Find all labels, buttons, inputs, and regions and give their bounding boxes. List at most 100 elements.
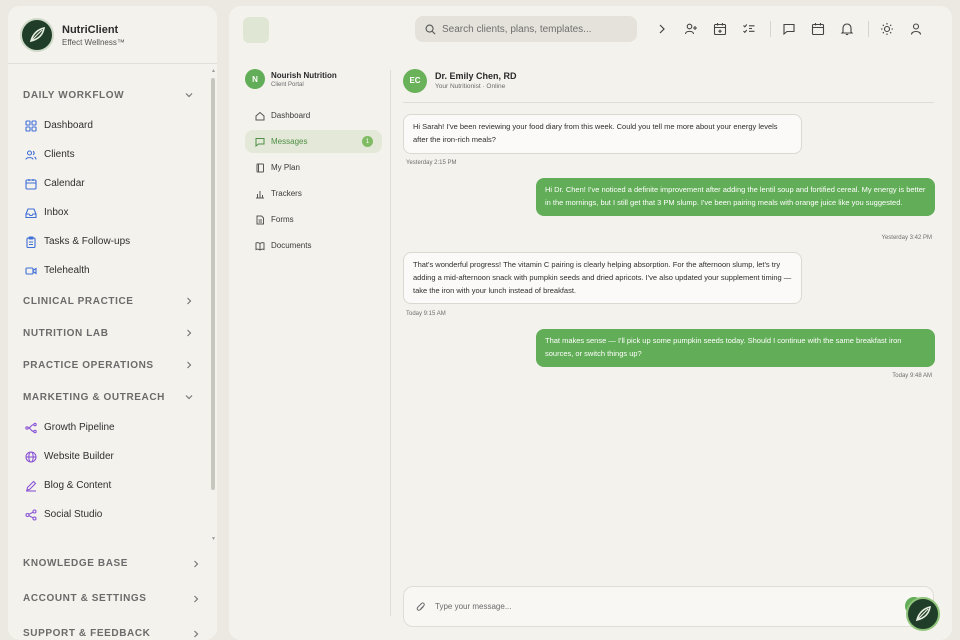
contact-name: Dr. Emily Chen, RD <box>435 71 517 81</box>
sidebar-item-label: Tasks & Follow-ups <box>44 236 131 247</box>
sidebar-scrollbar[interactable]: ▲ ▼ <box>211 68 216 542</box>
video-icon <box>25 266 37 275</box>
portal-item-label: Messages <box>271 137 308 146</box>
message-icon <box>783 23 795 36</box>
sidebar-item-label: Inbox <box>44 207 69 218</box>
open-book-icon <box>255 241 265 251</box>
sidebar-bottom: KNOWLEDGE BASE ACCOUNT & SETTINGS SUPPOR… <box>8 546 217 640</box>
forward-button[interactable] <box>653 20 671 38</box>
inbox-icon <box>25 207 37 218</box>
section-nutrition-lab[interactable]: NUTRITION LAB <box>8 317 208 349</box>
portal-header: N Nourish Nutrition Client Portal <box>245 69 385 89</box>
unread-badge: 1 <box>362 136 373 147</box>
sidebar-item-calendar[interactable]: Calendar <box>8 169 208 198</box>
paperclip-icon[interactable] <box>416 602 426 612</box>
sidebar-item-telehealth[interactable]: Telehealth <box>8 256 208 285</box>
sidebar-item-growth-pipeline[interactable]: Growth Pipeline <box>8 413 208 442</box>
checklist-button[interactable] <box>740 20 758 38</box>
calendar-icon <box>811 23 825 36</box>
sidebar-item-label: Telehealth <box>44 265 90 276</box>
sidebar-item-blog-content[interactable]: Blog & Content <box>8 471 208 500</box>
section-practice-operations[interactable]: PRACTICE OPERATIONS <box>8 349 208 381</box>
chevron-right-icon <box>194 595 199 602</box>
checklist-icon <box>743 24 755 34</box>
section-marketing-outreach[interactable]: MARKETING & OUTREACH <box>8 381 208 413</box>
assistant-button[interactable] <box>906 597 940 631</box>
sidebar-item-website-builder[interactable]: Website Builder <box>8 442 208 471</box>
sidebar-item-tasks[interactable]: Tasks & Follow-ups <box>8 227 208 256</box>
sidebar-item-social-studio[interactable]: Social Studio <box>8 500 208 529</box>
leaf-logo-icon <box>29 26 45 43</box>
section-label: MARKETING & OUTREACH <box>23 391 165 403</box>
pen-icon <box>26 480 37 492</box>
message-incoming: That's wonderful progress! The vitamin C… <box>403 252 802 305</box>
add-client-button[interactable] <box>682 20 700 38</box>
portal-item-messages[interactable]: Messages 1 <box>245 130 382 153</box>
section-label: SUPPORT & FEEDBACK <box>23 628 151 639</box>
chat-header: EC Dr. Emily Chen, RD Your Nutritionist … <box>403 68 934 103</box>
scroll-down-icon[interactable]: ▼ <box>211 536 216 542</box>
portal-item-trackers[interactable]: Trackers <box>245 182 382 205</box>
notifications-button[interactable] <box>838 20 856 38</box>
sidebar-item-label: Calendar <box>44 178 85 189</box>
sidebar-item-label: Clients <box>44 149 75 160</box>
chevron-down-icon <box>185 93 193 98</box>
sidebar-item-inbox[interactable]: Inbox <box>8 198 208 227</box>
message-timestamp: Today 9:48 AM <box>892 373 932 379</box>
search-bar[interactable] <box>415 16 637 42</box>
portal-item-forms[interactable]: Forms <box>245 208 382 231</box>
schedule-button[interactable] <box>711 20 729 38</box>
user-icon <box>910 23 922 35</box>
sidebar-item-label: Blog & Content <box>44 480 112 491</box>
section-label: KNOWLEDGE BASE <box>23 558 129 569</box>
chevron-right-icon <box>187 297 192 305</box>
flow-icon <box>25 422 37 433</box>
toolbar-divider <box>868 21 869 37</box>
calendar-button[interactable] <box>809 20 827 38</box>
message-outgoing: That makes sense — I'll pick up some pum… <box>536 329 935 367</box>
brand-name: NutriClient <box>62 23 119 36</box>
scroll-up-icon[interactable]: ▲ <box>211 68 216 74</box>
message-icon <box>255 137 265 147</box>
messages-button[interactable] <box>780 20 798 38</box>
section-label: ACCOUNT & SETTINGS <box>23 593 147 604</box>
clipboard-icon <box>26 235 36 248</box>
users-icon <box>25 149 37 160</box>
message-outgoing: Hi Dr. Chen! I've noticed a definite imp… <box>536 178 935 216</box>
divider <box>8 63 217 64</box>
portal-item-my-plan[interactable]: My Plan <box>245 156 382 179</box>
sidebar-item-label: Growth Pipeline <box>44 422 115 433</box>
portal-item-documents[interactable]: Documents <box>245 234 382 257</box>
section-knowledge-base[interactable]: KNOWLEDGE BASE <box>8 546 217 581</box>
bell-icon <box>840 23 854 36</box>
portal-item-label: My Plan <box>271 163 300 172</box>
message-input[interactable] <box>435 602 875 611</box>
brand[interactable]: NutriClient Effect Wellness™ <box>20 18 125 52</box>
avatar: N <box>245 69 265 89</box>
profile-button[interactable] <box>907 20 925 38</box>
grid-icon <box>25 119 37 132</box>
portal-subtitle: Client Portal <box>271 81 304 88</box>
globe-icon <box>25 450 37 463</box>
chevron-right-icon <box>659 24 665 34</box>
theme-toggle-button[interactable] <box>878 20 896 38</box>
portal-nav: Dashboard Messages 1 My Plan Trackers Fo… <box>245 104 385 257</box>
contact-status: Your Nutritionist · Online <box>435 83 506 90</box>
portal-item-dashboard[interactable]: Dashboard <box>245 104 382 127</box>
brand-logo <box>20 18 54 52</box>
sidebar-toggle-button[interactable] <box>243 17 269 43</box>
section-support-feedback[interactable]: SUPPORT & FEEDBACK <box>8 616 217 640</box>
sidebar-nav: DAILY WORKFLOW Dashboard Clients Calenda… <box>8 79 208 549</box>
section-daily-workflow[interactable]: DAILY WORKFLOW <box>8 79 208 111</box>
section-clinical-practice[interactable]: CLINICAL PRACTICE <box>8 285 208 317</box>
top-toolbar <box>653 20 925 38</box>
user-plus-icon <box>684 23 697 35</box>
search-input[interactable] <box>442 23 622 35</box>
sidebar-item-label: Social Studio <box>44 509 103 520</box>
sidebar-item-dashboard[interactable]: Dashboard <box>8 111 208 140</box>
sidebar-item-clients[interactable]: Clients <box>8 140 208 169</box>
section-account-settings[interactable]: ACCOUNT & SETTINGS <box>8 581 217 616</box>
message-timestamp: Yesterday 2:15 PM <box>406 160 457 166</box>
chevron-right-icon <box>187 329 192 337</box>
scroll-thumb[interactable] <box>211 78 215 490</box>
